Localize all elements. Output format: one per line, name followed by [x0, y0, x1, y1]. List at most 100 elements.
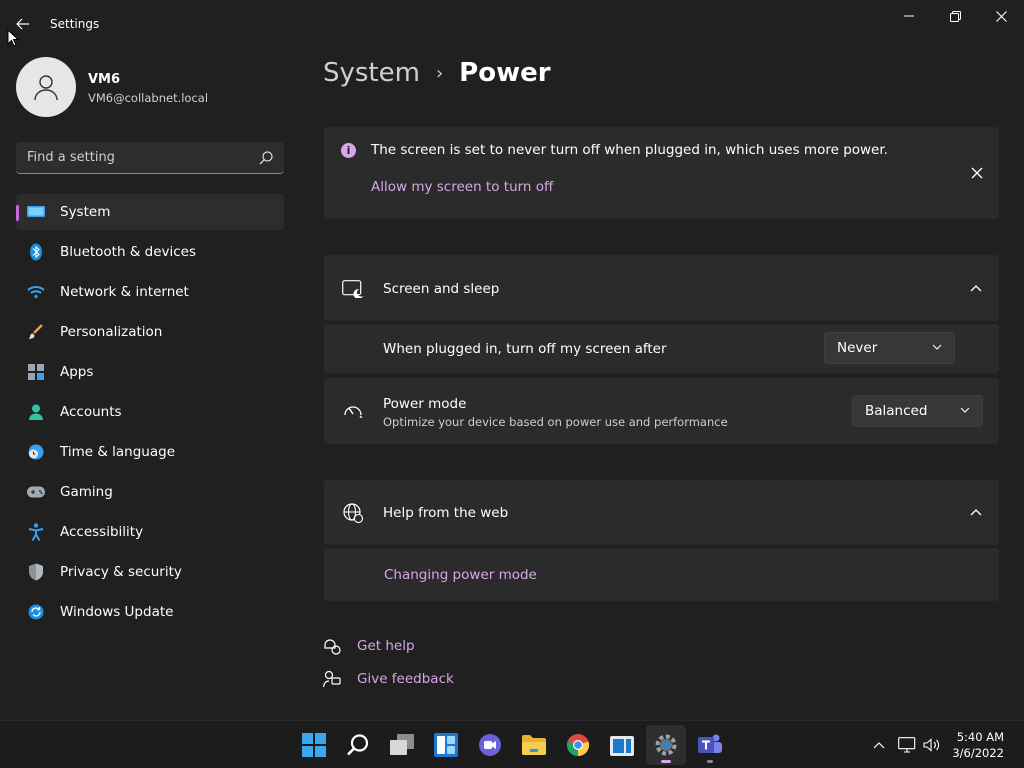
task-view-button[interactable]	[382, 725, 422, 765]
bluetooth-icon	[27, 243, 45, 261]
accessibility-icon	[27, 523, 45, 541]
screen-sleep-header[interactable]: Screen and sleep	[324, 255, 999, 321]
give-feedback-link[interactable]: Give feedback	[357, 671, 454, 687]
teams-icon	[698, 734, 722, 753]
windows-logo-icon	[302, 733, 326, 757]
gear-icon	[655, 734, 677, 756]
screen-timeout-dropdown[interactable]: Never	[824, 332, 955, 364]
sidebar-item-privacy[interactable]: Privacy & security	[16, 554, 284, 590]
chat-icon	[479, 734, 501, 756]
changing-power-mode-link[interactable]: Changing power mode	[384, 567, 537, 583]
taskbar-clock[interactable]: 5:40 AM 3/6/2022	[952, 729, 1004, 761]
widgets-icon	[434, 733, 458, 757]
chevron-up-icon	[873, 742, 885, 749]
get-help-link[interactable]: Get help	[357, 638, 415, 654]
title-bar: Settings	[0, 0, 1024, 48]
user-icon	[34, 75, 58, 101]
tray-overflow-button[interactable]	[870, 735, 888, 755]
running-app-indicator	[707, 760, 713, 763]
chevron-down-icon	[960, 407, 970, 413]
store-button[interactable]	[602, 725, 642, 765]
sidebar-item-label: Bluetooth & devices	[60, 244, 197, 260]
chevron-up-icon[interactable]	[969, 282, 983, 294]
network-icon	[898, 737, 916, 753]
close-button[interactable]	[978, 0, 1024, 32]
teams-chat-button[interactable]	[470, 725, 510, 765]
screen-timeout-value: Never	[837, 340, 878, 356]
gamepad-icon	[27, 483, 45, 501]
folder-icon	[522, 735, 546, 755]
dismiss-notice-button[interactable]	[967, 163, 987, 183]
sidebar-item-label: System	[60, 204, 111, 220]
notice-text: The screen is set to never turn off when…	[371, 142, 888, 158]
volume-icon	[923, 738, 940, 752]
chrome-icon	[566, 734, 590, 757]
volume-tray-button[interactable]	[922, 735, 942, 755]
feedback-icon	[323, 670, 341, 688]
close-icon	[971, 167, 983, 179]
clock-globe-icon	[27, 443, 45, 461]
network-tray-button[interactable]	[897, 735, 917, 755]
search-icon[interactable]	[258, 150, 274, 166]
sidebar-item-label: Windows Update	[60, 604, 174, 620]
sidebar-item-network[interactable]: Network & internet	[16, 274, 284, 310]
sidebar-item-bluetooth[interactable]: Bluetooth & devices	[16, 234, 284, 270]
mouse-cursor-icon	[7, 29, 19, 47]
search-box	[16, 142, 284, 174]
accounts-icon	[27, 403, 45, 421]
help-web-header[interactable]: Help from the web	[324, 480, 999, 545]
power-mode-value: Balanced	[865, 403, 928, 419]
sidebar-item-gaming[interactable]: Gaming	[16, 474, 284, 510]
sidebar-item-time-language[interactable]: Time & language	[16, 434, 284, 470]
apps-icon	[27, 363, 45, 381]
update-icon	[27, 603, 45, 621]
teams-button[interactable]	[690, 725, 730, 765]
avatar[interactable]	[16, 57, 76, 117]
widgets-button[interactable]	[426, 725, 466, 765]
minimize-icon	[904, 15, 914, 17]
store-icon	[610, 736, 634, 756]
power-notice-banner: i The screen is set to never turn off wh…	[324, 127, 999, 219]
search-icon	[347, 734, 369, 756]
minimize-button[interactable]	[886, 0, 932, 32]
globe-help-icon	[342, 502, 364, 524]
screen-timeout-label: When plugged in, turn off my screen afte…	[383, 341, 667, 357]
breadcrumb-parent[interactable]: System	[323, 58, 420, 88]
allow-screen-off-link[interactable]: Allow my screen to turn off	[371, 179, 553, 195]
settings-taskbar-button[interactable]	[646, 725, 686, 765]
help-web-title: Help from the web	[383, 505, 509, 521]
restore-button[interactable]	[932, 0, 978, 32]
taskbar-search-button[interactable]	[338, 725, 378, 765]
get-help-icon	[323, 637, 341, 655]
sidebar-item-accessibility[interactable]: Accessibility	[16, 514, 284, 550]
power-mode-row: Power mode Optimize your device based on…	[324, 378, 999, 444]
user-name: VM6	[88, 72, 121, 87]
power-mode-dropdown[interactable]: Balanced	[852, 395, 983, 427]
shield-icon	[27, 563, 45, 581]
start-button[interactable]	[294, 725, 334, 765]
page-title: Power	[459, 58, 551, 88]
restore-icon	[949, 10, 961, 22]
screen-timeout-row: When plugged in, turn off my screen afte…	[324, 324, 999, 373]
chevron-up-icon[interactable]	[969, 506, 983, 518]
breadcrumb-separator: ›	[435, 62, 444, 84]
sidebar-item-system[interactable]: System	[16, 194, 284, 230]
active-app-indicator	[661, 760, 671, 763]
sidebar-item-apps[interactable]: Apps	[16, 354, 284, 390]
sidebar-item-label: Gaming	[60, 484, 113, 500]
sidebar-item-label: Apps	[60, 364, 94, 380]
chrome-button[interactable]	[558, 725, 598, 765]
search-input[interactable]	[16, 142, 246, 172]
brush-icon	[27, 323, 45, 341]
taskbar: 5:40 AM 3/6/2022	[0, 720, 1024, 768]
sidebar-item-accounts[interactable]: Accounts	[16, 394, 284, 430]
settings-window: Settings VM6 VM6@collabnet.local System …	[0, 0, 1024, 720]
sidebar-nav: System Bluetooth & devices Network & int…	[16, 194, 284, 634]
file-explorer-button[interactable]	[514, 725, 554, 765]
user-email: VM6@collabnet.local	[88, 91, 209, 105]
clock-time: 5:40 AM	[956, 730, 1004, 744]
power-mode-title: Power mode	[383, 396, 467, 412]
power-gauge-icon	[342, 400, 364, 420]
sidebar-item-windows-update[interactable]: Windows Update	[16, 594, 284, 630]
sidebar-item-personalization[interactable]: Personalization	[16, 314, 284, 350]
